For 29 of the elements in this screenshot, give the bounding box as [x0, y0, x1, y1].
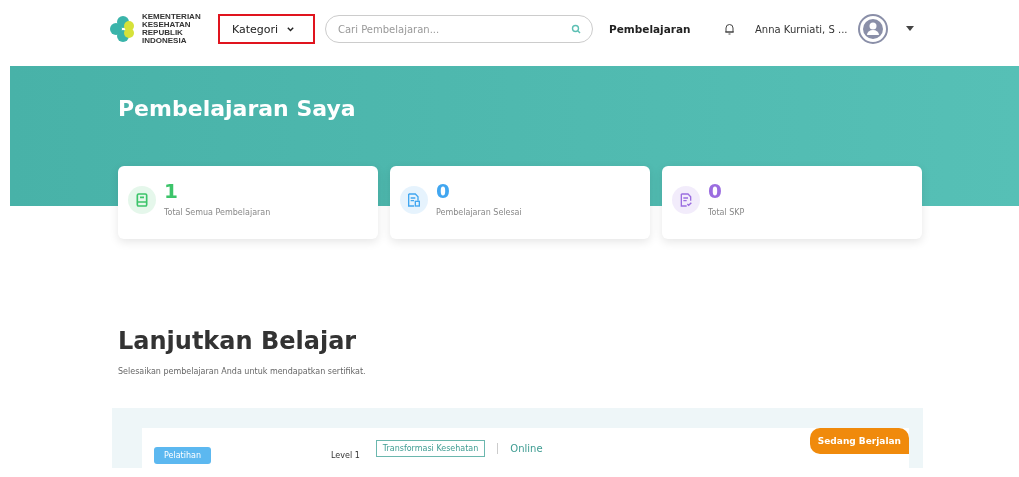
- course-card[interactable]: Pelatihan Level 1 Transformasi Kesehatan Online Sedang Berjalan: [142, 428, 909, 468]
- type-badge: Pelatihan: [154, 446, 211, 464]
- book-icon: [134, 192, 150, 208]
- topic-tag: Transformasi Kesehatan: [375, 439, 486, 457]
- stat-value: 0: [708, 180, 723, 202]
- ministry-logo[interactable]: KEMENTERIAN KESEHATAN REPUBLIK INDONESIA: [108, 13, 208, 45]
- document-icon: [406, 192, 422, 208]
- stat-value: 1: [164, 180, 179, 202]
- nav-link[interactable]: Pembelajaran: [609, 23, 714, 35]
- status-badge: Sedang Berjalan: [809, 428, 909, 454]
- banner-title: Pembelajaran Saya: [118, 96, 357, 121]
- chevron-down-icon: [286, 24, 296, 34]
- mode-text: Online: [497, 442, 543, 454]
- document-check-icon: [678, 192, 694, 208]
- stat-value: 0: [436, 180, 451, 202]
- section-title: Lanjutkan Belajar: [118, 327, 358, 355]
- search-field[interactable]: Cari Pembelajaran...: [325, 15, 593, 43]
- bell-icon[interactable]: [724, 23, 735, 35]
- stat-label: Pembelajaran Selesai: [436, 208, 522, 217]
- stat-label: Total SKP: [708, 208, 745, 217]
- avatar[interactable]: [857, 14, 888, 44]
- level-text: Level 1: [331, 450, 360, 460]
- section-subtitle: Selesaikan pembelajaran Anda untuk mendapatkan sertifikat.: [118, 367, 367, 376]
- category-button[interactable]: Kategori: [218, 14, 315, 44]
- user-name[interactable]: Anna Kurniati, S ...: [755, 23, 848, 35]
- user-silhouette-icon: [861, 18, 884, 40]
- stat-label: Total Semua Pembelajaran: [164, 208, 271, 217]
- logo-text: KEMENTERIAN KESEHATAN REPUBLIK INDONESIA: [142, 13, 201, 45]
- caret-icon[interactable]: [905, 26, 914, 32]
